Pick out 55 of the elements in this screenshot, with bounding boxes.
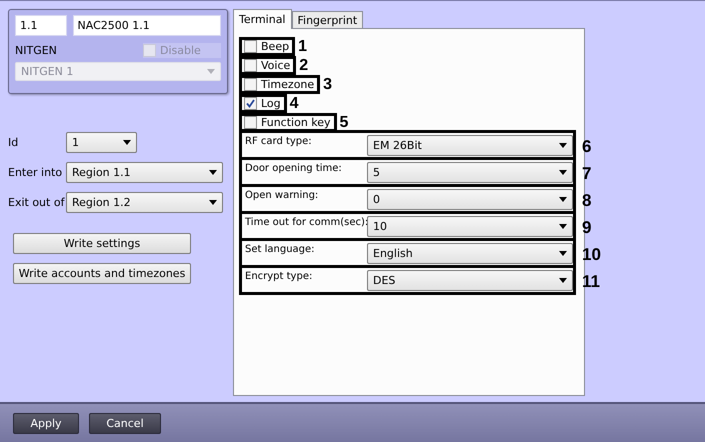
dropdown-arrow-icon bbox=[559, 196, 567, 202]
dropdown-arrow-icon bbox=[559, 278, 567, 282]
setting-label: Door opening time: bbox=[245, 162, 343, 174]
callout-number: 4 bbox=[290, 94, 299, 112]
option-checkbox[interactable]: Log bbox=[239, 94, 287, 113]
footer-button[interactable]: Cancel bbox=[89, 412, 161, 434]
write-button[interactable]: Write accounts and timezones bbox=[13, 263, 191, 284]
callout-number: 7 bbox=[582, 164, 592, 184]
dropdown-arrow-icon bbox=[559, 224, 567, 228]
setting-dropdown[interactable]: 10 bbox=[367, 216, 573, 236]
setting-label: Set language: bbox=[245, 244, 316, 254]
device-number-field[interactable]: 1.1 bbox=[15, 15, 67, 36]
callout-number: 11 bbox=[582, 272, 600, 292]
tab[interactable]: Terminal bbox=[233, 9, 292, 29]
check-mark-icon bbox=[246, 99, 255, 108]
field-label: Enter into bbox=[8, 166, 64, 179]
device-type-label: NITGEN bbox=[15, 44, 57, 57]
option-checkbox[interactable]: Beep bbox=[239, 37, 296, 56]
setting-label: RF card type: bbox=[245, 136, 313, 146]
dropdown-arrow-icon bbox=[559, 170, 567, 174]
disable-label: Disable bbox=[160, 44, 201, 57]
dropdown-arrow-icon bbox=[209, 200, 217, 205]
setting-label: Open warning: bbox=[245, 190, 320, 200]
setting-dropdown[interactable]: English bbox=[367, 242, 573, 264]
callout-number: 2 bbox=[299, 56, 308, 74]
callout-number: 8 bbox=[582, 190, 592, 210]
dropdown-arrow-icon bbox=[559, 250, 567, 256]
option-checkbox[interactable]: Function key bbox=[239, 113, 337, 132]
region-dropdown[interactable]: Region 1.2 bbox=[66, 192, 223, 213]
setting-dropdown[interactable]: DES bbox=[367, 270, 573, 290]
dropdown-arrow-icon bbox=[207, 69, 215, 74]
setting-label: Time out for comm(sec): bbox=[245, 216, 367, 228]
setting-label: Encrypt type: bbox=[245, 270, 314, 282]
footer-button[interactable]: Apply bbox=[13, 412, 79, 434]
callout-number: 6 bbox=[582, 136, 592, 156]
region-dropdown[interactable]: Region 1.1 bbox=[66, 162, 223, 183]
setting-dropdown[interactable]: EM 26Bit bbox=[367, 134, 573, 156]
tab[interactable]: Fingerprint bbox=[292, 11, 364, 29]
dropdown-arrow-icon bbox=[559, 142, 567, 148]
region-dropdown[interactable]: 1 bbox=[66, 132, 137, 153]
callout-number: 1 bbox=[298, 38, 307, 56]
setting-dropdown[interactable]: 5 bbox=[367, 162, 573, 182]
device-name-field[interactable]: NAC2500 1.1 bbox=[72, 15, 221, 36]
write-button[interactable]: Write settings bbox=[13, 233, 191, 254]
dropdown-arrow-icon bbox=[209, 170, 217, 175]
callout-number: 3 bbox=[323, 76, 332, 94]
field-label: Exit out of bbox=[8, 196, 66, 209]
dropdown-arrow-icon bbox=[123, 140, 131, 145]
callout-number: 5 bbox=[340, 114, 348, 132]
callout-number: 9 bbox=[582, 218, 592, 238]
option-checkbox[interactable]: Voice bbox=[239, 56, 296, 75]
option-checkbox[interactable]: Timezone bbox=[239, 75, 320, 94]
field-label: Id bbox=[8, 136, 20, 149]
setting-dropdown[interactable]: 0 bbox=[367, 188, 573, 210]
callout-number: 10 bbox=[582, 244, 601, 264]
